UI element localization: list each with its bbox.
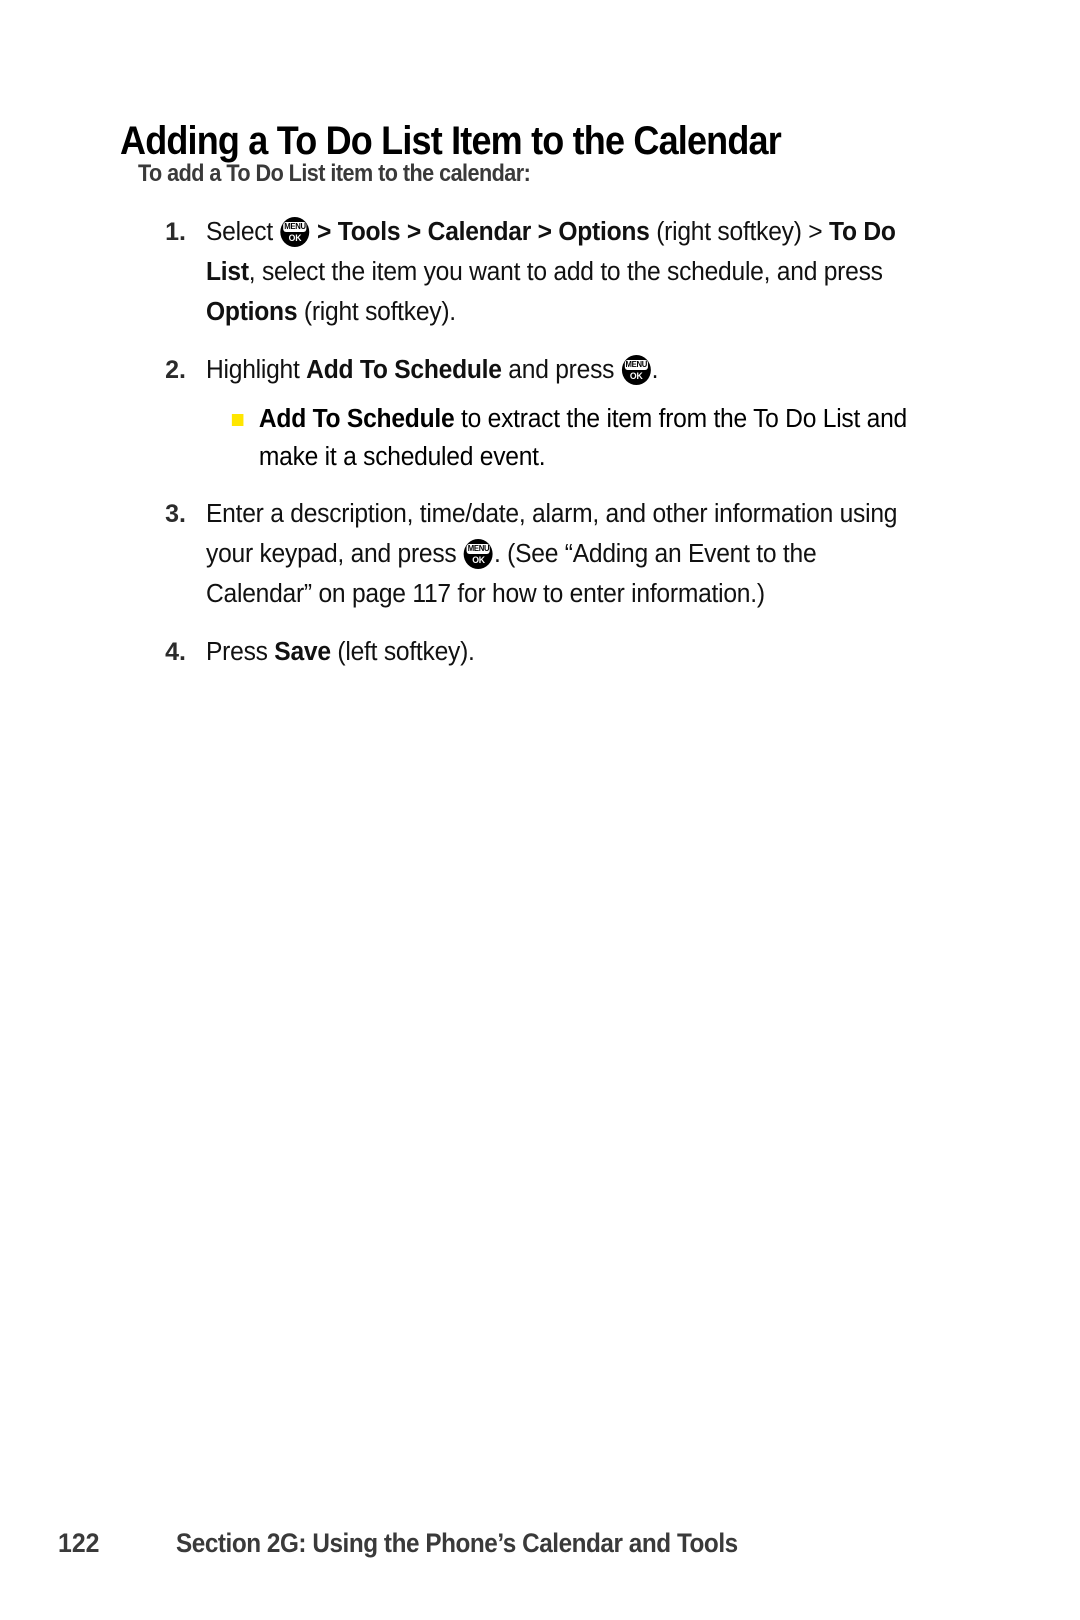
menu-key-top-label: MENU: [466, 543, 491, 554]
step1-calendar-label: Calendar: [427, 218, 532, 246]
procedure-subtitle: To add a To Do List item to the calendar…: [138, 160, 531, 187]
step1-sep-2: >: [400, 218, 428, 246]
document-page: Adding a To Do List Item to the Calendar…: [0, 0, 1080, 1620]
menu-key-top-label: MENU: [283, 221, 307, 232]
step4-press-label: Press: [206, 638, 275, 666]
step-item-1: 1. Select MENU OK > Tools > Calendar > Op…: [140, 212, 940, 332]
step4-save-label: Save: [274, 638, 331, 666]
step1-options-label-2: Options: [206, 298, 298, 326]
step-number: 4.: [165, 638, 186, 666]
square-bullet-icon: [231, 414, 244, 426]
footer-section-title: Section 2G: Using the Phone’s Calendar a…: [176, 1528, 738, 1558]
step1-sep-3: >: [531, 218, 559, 246]
menu-key-bottom-label: OK: [288, 233, 302, 243]
steps-list: 1. Select MENU OK > Tools > Calendar > Op…: [140, 212, 940, 690]
step1-options-label: Options: [558, 218, 650, 246]
subitem-bold-label: Add To Schedule: [258, 405, 455, 433]
step2-addtoschedule-label: Add To Schedule: [306, 356, 502, 384]
step-number: 3.: [165, 500, 186, 528]
step1-tools-label: Tools: [337, 218, 401, 246]
step-item-4: 4. Press Save (left softkey).: [140, 632, 940, 672]
menu-key-bottom-label: OK: [629, 371, 643, 381]
step-number: 1.: [165, 218, 186, 246]
step1-softkey-note: (right softkey) >: [649, 218, 829, 246]
step-text: Press Save (left softkey).: [206, 632, 914, 672]
step1-select-label: Select: [206, 218, 280, 246]
step2-press-label: and press: [501, 356, 621, 384]
menu-ok-key-icon: MENU OK: [464, 539, 494, 569]
menu-key-bottom-label: OK: [472, 555, 485, 565]
step-text: Select MENU OK > Tools > Calendar > Optio…: [206, 212, 914, 332]
step-number: 2.: [165, 356, 186, 384]
page-title: Adding a To Do List Item to the Calendar: [120, 118, 782, 163]
step1-continued: , select the item you want to add to the…: [248, 258, 883, 286]
step-text: Highlight Add To Schedule and press MENU…: [206, 350, 914, 390]
menu-ok-key-icon: MENU OK: [621, 355, 651, 385]
page-footer: 122 Section 2G: Using the Phone’s Calend…: [58, 1528, 958, 1568]
step2-subitem: Add To Schedule to extract the item from…: [228, 400, 915, 476]
menu-key-top-label: MENU: [624, 359, 648, 370]
step-item-3: 3. Enter a description, time/date, alarm…: [140, 494, 940, 614]
step1-sep-1: >: [310, 218, 338, 246]
menu-ok-key-icon: MENU OK: [280, 217, 310, 247]
step4-softkey-note: (left softkey).: [330, 638, 475, 666]
step1-tail: (right softkey).: [297, 298, 456, 326]
step2-period: .: [651, 356, 659, 384]
footer-page-number: 122: [58, 1528, 100, 1558]
step-text: Enter a description, time/date, alarm, a…: [206, 494, 914, 614]
step-item-2: 2. Highlight Add To Schedule and press M…: [140, 350, 940, 476]
step2-highlight-label: Highlight: [206, 356, 307, 384]
